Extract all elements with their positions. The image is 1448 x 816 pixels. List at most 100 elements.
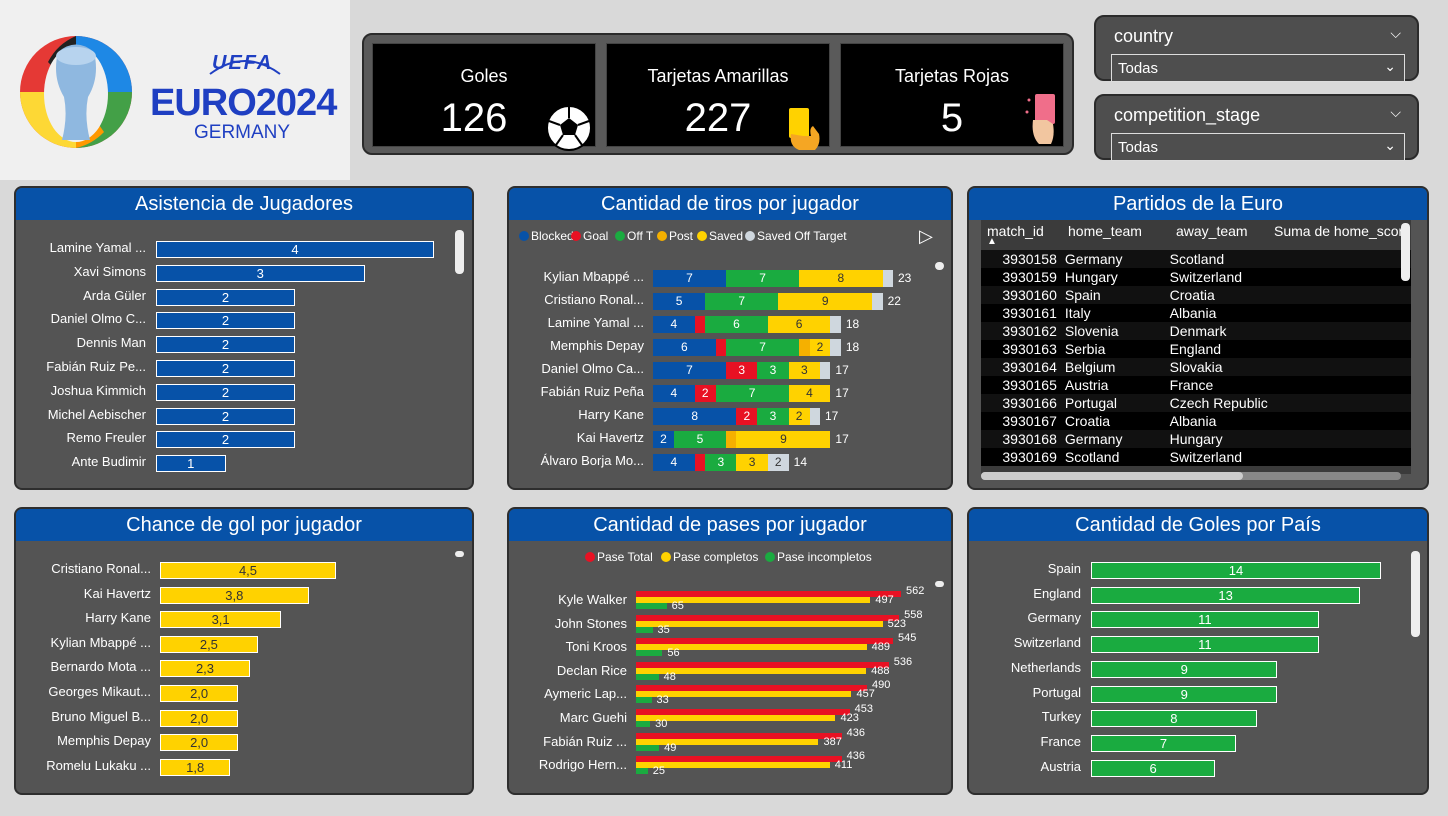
bar: 4,5 <box>160 562 336 579</box>
bar: 3,1 <box>160 611 282 629</box>
legend-dot <box>615 231 625 241</box>
table-row[interactable]: 3930158 Germany Scotland <box>981 250 1411 268</box>
column-header-home-score[interactable]: Suma de home_scor <box>1274 223 1403 239</box>
bar: 2,0 <box>160 685 239 702</box>
bar-label: Austria <box>1040 758 1081 774</box>
shots-panel: Cantidad de tiros por jugador ▷ Blocked G… <box>507 186 953 490</box>
matches-table: match_id ▲ home_team away_team Suma de h… <box>981 220 1411 474</box>
scrollbar[interactable] <box>455 551 464 557</box>
uefa-stars-icon <box>209 60 281 75</box>
bar-segment: 6 <box>705 316 768 333</box>
scrollbar[interactable] <box>935 262 944 270</box>
table-row[interactable]: 3930165 Austria France <box>981 376 1411 394</box>
bar-label: Kai Havertz <box>83 585 151 601</box>
column-header-home-team[interactable]: home_team <box>1068 223 1142 239</box>
table-row[interactable]: 3930167 Croatia Albania <box>981 412 1411 430</box>
scrollbar[interactable] <box>935 581 944 587</box>
column-header-away-team[interactable]: away_team <box>1176 223 1248 239</box>
table-cell: Austria <box>1064 377 1109 393</box>
passes-panel: Cantidad de pases por jugador Pase Total… <box>507 507 953 795</box>
chevron-down-icon[interactable]: ⌵ <box>1390 104 1401 121</box>
bar-segment: 9 <box>736 431 831 448</box>
bar: 2 <box>156 407 295 425</box>
table-row[interactable]: 3930169 Scotland Switzerland <box>981 448 1411 466</box>
table-cell: 3930158 <box>1002 251 1057 267</box>
bar-label: Portugal <box>1032 684 1081 700</box>
table-cell: 3930164 <box>1002 359 1057 375</box>
bar: 2 <box>156 360 295 377</box>
bar-value: 562 <box>906 585 925 597</box>
bar: 2 <box>156 336 295 354</box>
scrollbar[interactable] <box>1411 551 1420 637</box>
table-cell: 3930167 <box>1002 413 1057 429</box>
table-cell <box>1272 250 1411 268</box>
table-cell: Germany <box>1064 251 1123 267</box>
table-row[interactable]: 3930164 Belgium Slovakia <box>981 358 1411 376</box>
table-row[interactable]: 3930160 Spain Croatia <box>981 286 1411 304</box>
table-row[interactable]: 3930159 Hungary Switzerland <box>981 268 1411 286</box>
bar-label: Joshua Kimmich <box>50 382 146 398</box>
scrollbar[interactable] <box>455 230 464 274</box>
bar-label: Bernardo Mota ... <box>50 659 151 675</box>
bar-label: Harry Kane <box>578 407 644 422</box>
kpi-goals-card: Goles 126 <box>372 43 596 151</box>
legend-item: Goal <box>571 229 608 243</box>
bar-label: Fabián Ruiz Peña <box>540 384 644 399</box>
bar: 1 <box>156 455 226 473</box>
table-cell: 3930165 <box>1002 377 1057 393</box>
table-row[interactable]: 3930162 Slovenia Denmark <box>981 322 1411 340</box>
table-cell <box>1272 286 1411 304</box>
bar-segment: 4 <box>653 385 695 402</box>
bar: 2 <box>156 431 295 449</box>
legend-label: Pase completos <box>673 550 759 564</box>
bar: 6 <box>1091 759 1216 777</box>
bar-total: 22 <box>887 294 901 308</box>
vertical-scrollbar[interactable] <box>1401 223 1410 281</box>
bar: 13 <box>1091 586 1361 604</box>
chevron-down-icon[interactable]: ⌵ <box>1390 25 1401 42</box>
table-row[interactable]: 3930168 Germany Hungary <box>981 430 1411 448</box>
bar-value: 56 <box>667 647 680 660</box>
table-cell: Spain <box>1064 287 1101 303</box>
bar-label: Daniel Olmo C... <box>50 311 146 327</box>
table-cell: Switzerland <box>1169 449 1243 465</box>
stage-dropdown[interactable]: Todas ⌄ <box>1111 133 1405 161</box>
bar-total: 23 <box>898 271 912 285</box>
table-row[interactable]: 3930161 Italy Albania <box>981 304 1411 322</box>
legend-dot <box>519 231 529 241</box>
table-cell: Albania <box>1169 305 1217 321</box>
bar-value: 457 <box>856 688 875 701</box>
table-cell: 3930168 <box>1002 431 1057 447</box>
bar <box>636 650 663 657</box>
bar <box>636 673 659 680</box>
bar-label: Declan Rice <box>556 662 627 678</box>
legend-dot <box>745 231 755 241</box>
bar-segment <box>872 293 883 310</box>
table-cell: Serbia <box>1064 341 1106 357</box>
table-row[interactable]: 3930163 Serbia England <box>981 340 1411 358</box>
chances-panel: Chance de gol por jugador Cristiano Rona… <box>14 507 474 795</box>
bar-segment <box>830 339 841 356</box>
legend-item: Blocked <box>519 229 574 243</box>
legend-next-icon[interactable]: ▷ <box>919 226 933 247</box>
legend-label: Pase Total <box>597 550 653 564</box>
bar: 9 <box>1091 660 1278 678</box>
horizontal-scrollbar[interactable] <box>981 472 1243 480</box>
table-cell: Scotland <box>1064 449 1120 465</box>
bar-segment: 8 <box>653 408 737 425</box>
bar-value: 49 <box>664 741 677 754</box>
bar-segment: 2 <box>694 385 716 402</box>
table-row[interactable]: 3930166 Portugal Czech Republic <box>981 394 1411 412</box>
legend-label: Goal <box>583 229 609 243</box>
bar <box>636 721 651 727</box>
table-cell: 3930161 <box>1002 305 1057 321</box>
sort-ascending-icon[interactable]: ▲ <box>987 236 997 247</box>
bar-label: Kylian Mbappé ... <box>543 269 644 284</box>
assists-title: Asistencia de Jugadores <box>16 188 472 220</box>
table-cell: 3930163 <box>1002 341 1057 357</box>
soccer-ball-icon <box>546 105 592 151</box>
bar-value: 436 <box>846 726 865 739</box>
legend-label: Blocked <box>531 229 574 243</box>
table-cell: France <box>1169 377 1214 393</box>
country-dropdown[interactable]: Todas ⌄ <box>1111 54 1405 82</box>
